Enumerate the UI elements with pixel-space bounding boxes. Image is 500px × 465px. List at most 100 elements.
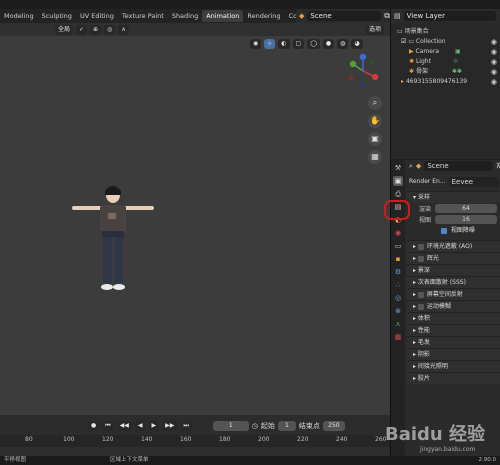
pin-icon[interactable]: ⊼ <box>496 162 500 170</box>
workspace-tab[interactable]: Texture Paint <box>118 10 168 22</box>
properties-header: ⌕ ◆ Scene ⊼ <box>407 160 500 172</box>
workspace-tab[interactable]: UV Editing <box>76 10 118 22</box>
pan-hand-icon[interactable]: ✋ <box>368 114 382 128</box>
workspace-tab-animation[interactable]: Animation <box>202 10 244 22</box>
solid-shading-icon[interactable]: ● <box>322 39 335 49</box>
panel-checkbox[interactable] <box>417 255 424 262</box>
panel-checkbox[interactable] <box>417 291 424 298</box>
panel-shadows[interactable]: ▸ 阴影 <box>407 348 500 360</box>
outliner-row-collection[interactable]: ☑ ▭ Collection ◉ <box>391 37 500 47</box>
panel-dof[interactable]: ▸ 景深 <box>407 264 500 276</box>
xray-icon[interactable]: ▢ <box>292 39 305 49</box>
zoom-icon[interactable]: ⌕ <box>368 96 382 110</box>
outliner-row-label: 4693155809476139 <box>405 78 468 85</box>
navigation-gizmo[interactable] <box>345 53 381 89</box>
scene-selector: ◆ Scene ⧉ <box>296 9 390 23</box>
falloff-dropdown[interactable]: ∧ <box>118 24 129 35</box>
record-icon[interactable]: ● <box>88 421 100 431</box>
workspace-tab[interactable]: Modeling <box>0 10 38 22</box>
panel-performance[interactable]: ▸ 性能 <box>407 324 500 336</box>
material-shading-icon[interactable]: ◍ <box>337 39 349 49</box>
eye-icon[interactable]: ◉ <box>491 57 497 67</box>
data-tab-icon[interactable]: ⋏ <box>393 319 403 329</box>
panel-title: 胶片 <box>417 375 430 382</box>
search-icon[interactable]: ⌕ <box>409 162 413 171</box>
panel-volumetrics[interactable]: ▸ 体积 <box>407 312 500 324</box>
workspace-tab[interactable]: Rendering <box>243 10 284 22</box>
panel-checkbox[interactable] <box>417 303 424 310</box>
panel-sss[interactable]: ▸ 次表面散射 (SSS) <box>407 276 500 288</box>
tool-tab-icon[interactable]: ⚒ <box>393 163 403 173</box>
eye-icon[interactable]: ◉ <box>491 77 497 87</box>
gizmo-toggle-icon[interactable]: ⊹ <box>264 39 276 49</box>
snap-toggle[interactable]: ⊕ <box>90 24 102 35</box>
play-icon[interactable]: ▶ <box>148 421 160 431</box>
pivot-dropdown[interactable]: ✓ <box>76 24 88 35</box>
workspace-tab[interactable]: Shading <box>168 10 202 22</box>
workspace-tab[interactable]: Sculpting <box>38 10 76 22</box>
panel-title: 毛发 <box>417 339 430 346</box>
eye-icon[interactable]: ◉ <box>491 67 497 77</box>
panel-title: 运动模糊 <box>426 303 451 310</box>
render-shading-icon[interactable]: ◕ <box>351 39 363 49</box>
collection-tab-icon[interactable]: ▭ <box>393 241 403 251</box>
particles-tab-icon[interactable]: ∴ <box>393 280 403 290</box>
panel-hair[interactable]: ▸ 毛发 <box>407 336 500 348</box>
render-tab-icon[interactable]: ▣ <box>393 176 403 186</box>
visibility-icon[interactable]: ◉ <box>250 39 262 49</box>
panel-bloom[interactable]: ▸ 辉光 <box>407 252 500 264</box>
viewport-navigation-tools: ⌕ ✋ ▣ ▦ <box>368 96 382 164</box>
panel-film[interactable]: ▸ 胶片 <box>407 372 500 384</box>
next-keyframe-icon[interactable]: ▶▶ <box>162 421 178 431</box>
sampling-panel-header[interactable]: ▾ 采样 <box>407 191 500 203</box>
outliner-row-armature[interactable]: ✱ 骨架 ✱✱ ◉ <box>391 67 500 77</box>
object-tab-icon[interactable]: ▪ <box>393 254 403 264</box>
camera-icon[interactable]: ▣ <box>368 132 382 146</box>
3d-viewport[interactable]: 全局 ✓ ⊕ ◎ ∧ 选项 ◉ ⊹ ◐ ▢ ◯ ● ◍ ◕ ⌕ ✋ ▣ ▦ <box>0 23 390 415</box>
scene-name-field[interactable]: Scene <box>307 11 382 21</box>
play-reverse-icon[interactable]: ◀ <box>134 421 146 431</box>
wireframe-shading-icon[interactable]: ◯ <box>307 39 320 49</box>
output-tab-icon[interactable]: ⎙ <box>393 189 403 199</box>
physics-tab-icon[interactable]: ◎ <box>393 293 403 303</box>
panel-ssr[interactable]: ▸ 屏幕空间反射 <box>407 288 500 300</box>
panel-title: 体积 <box>417 315 430 322</box>
properties-body: ⌕ ◆ Scene ⊼ Render En... Eevee ▾ 采样 渲染 6… <box>407 160 500 456</box>
world-tab-icon[interactable]: ◉ <box>393 228 403 238</box>
outliner-row-mesh[interactable]: ▸ 4693155809476139 ◉ <box>391 77 500 87</box>
tick-label: 160 <box>180 436 192 443</box>
render-engine-dropdown[interactable]: Eevee <box>448 176 499 187</box>
modifier-tab-icon[interactable]: ⚙ <box>393 267 403 277</box>
viewport-denoise-row[interactable]: 视图降噪 <box>407 225 500 236</box>
outliner-row-scene-collection[interactable]: ▭ 场景集合 <box>391 27 500 37</box>
start-frame-field[interactable]: 1 <box>277 421 296 431</box>
checkbox-icon[interactable]: ☑ <box>401 38 406 45</box>
jump-end-icon[interactable]: ⏭ <box>180 421 192 431</box>
panel-checkbox[interactable] <box>417 243 424 250</box>
overlay-icon[interactable]: ◐ <box>278 39 290 49</box>
denoise-checkbox[interactable] <box>441 227 447 234</box>
end-label: 结束点 <box>298 422 320 430</box>
material-tab-icon[interactable]: ▦ <box>393 332 403 342</box>
character-model[interactable] <box>70 181 156 303</box>
viewport-samples-field[interactable]: 16 <box>435 215 497 224</box>
panel-ao[interactable]: ▸ 环境光遮蔽 (AO) <box>407 240 500 252</box>
outliner-row-light[interactable]: ✺ Light ☼ ◉ <box>391 57 500 67</box>
grid-icon[interactable]: ▦ <box>368 150 382 164</box>
render-samples-field[interactable]: 64 <box>435 204 497 213</box>
current-frame-field[interactable]: 1 <box>212 421 249 431</box>
frame-ruler[interactable]: 80 100 120 140 160 180 200 220 240 260 <box>0 435 390 447</box>
constraints-tab-icon[interactable]: ⊗ <box>393 306 403 316</box>
view-layer-field[interactable]: View Layer <box>403 11 496 21</box>
eye-icon[interactable]: ◉ <box>491 37 497 47</box>
options-dropdown[interactable]: 选项 <box>365 24 384 35</box>
panel-motion-blur[interactable]: ▸ 运动模糊 <box>407 300 500 312</box>
proportional-toggle[interactable]: ◎ <box>104 24 116 35</box>
outliner-row-camera[interactable]: ▶ Camera ▣ ◉ <box>391 47 500 57</box>
orientation-dropdown[interactable]: 全局 <box>55 24 74 35</box>
panel-indirect-lighting[interactable]: ▸ 间接光照明 <box>407 360 500 372</box>
jump-start-icon[interactable]: ⏮ <box>102 421 114 431</box>
prev-keyframe-icon[interactable]: ◀◀ <box>116 421 132 431</box>
eye-icon[interactable]: ◉ <box>491 47 497 57</box>
end-frame-field[interactable]: 250 <box>322 421 345 431</box>
